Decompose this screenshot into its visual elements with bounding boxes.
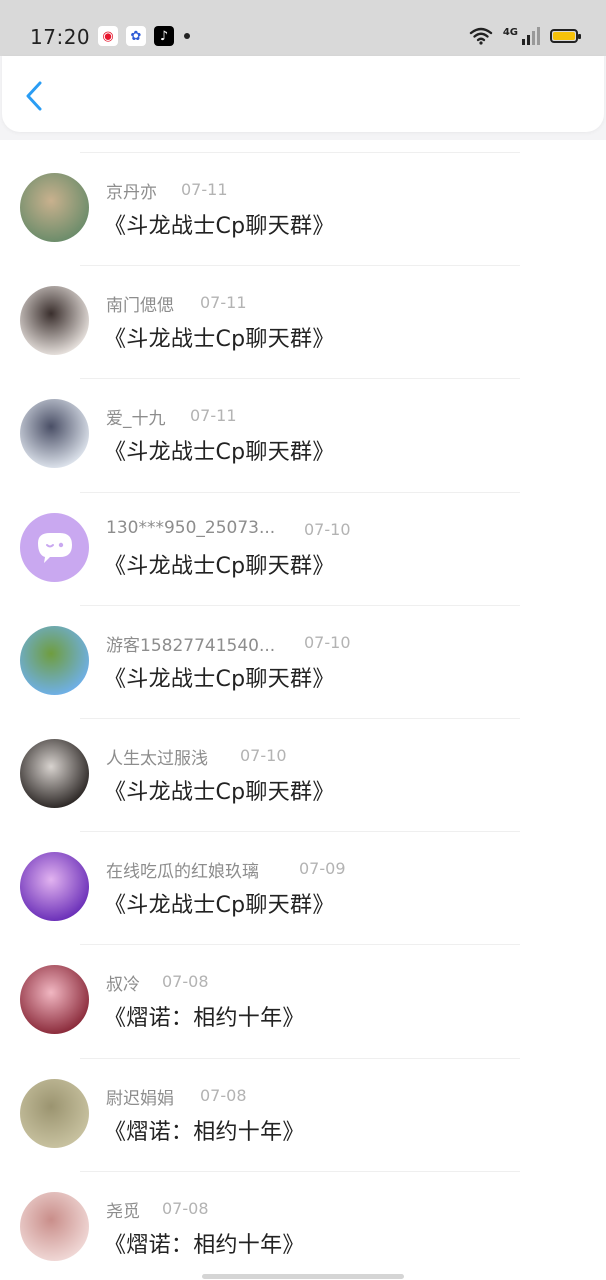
wifi-icon <box>469 27 493 45</box>
message-date: 07-10 <box>304 519 351 539</box>
network-type: 4G <box>502 27 518 38</box>
back-button[interactable] <box>16 78 52 114</box>
message-text[interactable]: 《斗龙战士Cp聊天群》 <box>104 887 335 919</box>
divider <box>80 831 520 833</box>
avatar[interactable] <box>20 965 89 1035</box>
avatar[interactable] <box>20 286 89 356</box>
tiktok-icon: ♪ <box>154 26 174 46</box>
message-date: 07-10 <box>304 632 351 652</box>
list-item[interactable]: 人生太过服浅 07-10 《斗龙战士Cp聊天群》 <box>0 706 606 819</box>
list-item[interactable]: 京丹亦 07-11 《斗龙战士Cp聊天群》 <box>0 140 606 253</box>
avatar[interactable] <box>20 852 89 922</box>
sender-name: 爱_十九 <box>106 409 166 430</box>
avatar[interactable] <box>20 399 89 469</box>
message-text[interactable]: 《斗龙战士Cp聊天群》 <box>104 548 335 580</box>
divider <box>80 944 520 946</box>
divider <box>80 604 520 606</box>
message-text[interactable]: 《斗龙战士Cp聊天群》 <box>104 208 335 240</box>
sender-name: 130***950_25073... <box>106 517 276 538</box>
message-text[interactable]: 《斗龙战士Cp聊天群》 <box>104 661 335 693</box>
sender-name: 游客15827741540... <box>106 635 276 656</box>
message-text[interactable]: 《斗龙战士Cp聊天群》 <box>104 434 335 466</box>
status-time: 17:20 <box>30 25 91 49</box>
divider <box>80 491 520 493</box>
status-bar: 17:20 ◉ ✿ ♪ 4G <box>0 0 606 56</box>
cellular-signal-icon: 4G <box>503 27 540 45</box>
divider <box>80 378 520 380</box>
header-bar <box>2 56 604 132</box>
weibo-icon: ◉ <box>98 26 118 46</box>
message-text[interactable]: 《斗龙战士Cp聊天群》 <box>104 774 335 806</box>
baidu-icon: ✿ <box>126 26 146 46</box>
divider <box>80 1057 520 1059</box>
message-text[interactable]: 《熠诺：相约十年》 <box>104 1114 305 1146</box>
avatar[interactable] <box>20 625 89 695</box>
message-date: 07-11 <box>200 293 247 313</box>
status-app-icons: ◉ ✿ ♪ <box>98 26 190 46</box>
sender-name: 尉迟娟娟 <box>106 1088 174 1109</box>
divider <box>80 152 520 153</box>
message-date: 07-11 <box>190 406 237 426</box>
list-item[interactable]: 尧觅 07-08 《熠诺：相约十年》 <box>0 1159 606 1272</box>
divider <box>80 1170 520 1172</box>
sender-name: 京丹亦 <box>106 183 157 203</box>
sender-name: 人生太过服浅 <box>106 749 208 769</box>
list-item[interactable]: 爱_十九 07-11 《斗龙战士Cp聊天群》 <box>0 366 606 479</box>
chevron-left-icon <box>26 81 42 111</box>
message-date: 07-08 <box>162 972 209 992</box>
message-date: 07-08 <box>200 1085 247 1105</box>
message-date: 07-11 <box>181 180 228 199</box>
sender-name: 南门偲偲 <box>106 296 174 317</box>
divider <box>80 265 520 267</box>
list-item[interactable]: 叔冷 07-08 《熠诺：相约十年》 <box>0 932 606 1045</box>
avatar[interactable] <box>20 512 89 582</box>
list-item[interactable]: 南门偲偲 07-11 《斗龙战士Cp聊天群》 <box>0 253 606 366</box>
message-text[interactable]: 《斗龙战士Cp聊天群》 <box>104 321 335 353</box>
avatar[interactable] <box>20 173 89 242</box>
avatar[interactable] <box>20 1191 89 1261</box>
list-item[interactable]: 130***950_25073... 07-10 《斗龙战士Cp聊天群》 <box>0 480 606 593</box>
notification-dot-icon <box>184 33 190 39</box>
battery-icon <box>550 29 581 43</box>
message-date: 07-10 <box>240 746 287 765</box>
list-item[interactable]: 游客15827741540... 07-10 《斗龙战士Cp聊天群》 <box>0 593 606 706</box>
list-item[interactable]: 尉迟娟娟 07-08 《熠诺：相约十年》 <box>0 1046 606 1159</box>
sender-name: 尧觅 <box>106 1201 140 1222</box>
sender-name: 在线吃瓜的红娘玖璃 <box>106 862 259 883</box>
message-list[interactable]: 京丹亦 07-11 《斗龙战士Cp聊天群》 南门偲偲 07-11 《斗龙战士Cp聊天群》爱… <box>0 140 606 1280</box>
avatar[interactable] <box>20 739 89 808</box>
sender-name: 叔冷 <box>106 975 140 996</box>
home-indicator[interactable] <box>202 1274 404 1279</box>
avatar[interactable] <box>20 1078 89 1148</box>
list-item[interactable]: 在线吃瓜的红娘玖璃 07-09 《斗龙战士Cp聊天群》 <box>0 819 606 932</box>
divider <box>80 718 520 719</box>
message-text[interactable]: 《熠诺：相约十年》 <box>104 1000 305 1032</box>
status-indicators: 4G <box>469 27 581 45</box>
message-text[interactable]: 《熠诺：相约十年》 <box>104 1227 305 1259</box>
message-date: 07-09 <box>299 859 346 879</box>
message-date: 07-08 <box>162 1198 209 1218</box>
